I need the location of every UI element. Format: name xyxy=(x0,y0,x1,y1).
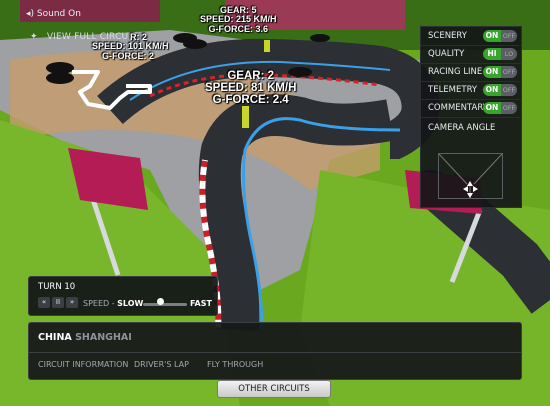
circuit-title: CHINA SHANGHAI xyxy=(38,332,132,343)
camera-angle-row: CAMERA ANGLE xyxy=(421,119,521,137)
setting-label: QUALITY xyxy=(428,49,465,59)
other-circuits-button[interactable]: OTHER CIRCUITS xyxy=(217,380,331,398)
arrow-left-icon: ✦ xyxy=(30,32,38,42)
circuit-info-panel: CHINA SHANGHAI CIRCUIT INFORMATION DRIVE… xyxy=(28,322,522,380)
scenery-toggle[interactable]: ON OFF xyxy=(483,30,517,42)
quality-toggle[interactable]: HI LO xyxy=(483,48,517,60)
setting-label: RACING LINE xyxy=(428,67,483,77)
pause-button[interactable]: II xyxy=(52,297,64,308)
toggle-on: HI xyxy=(483,48,501,60)
toggle-off: OFF xyxy=(501,102,517,114)
callout-speed: SPEED: 81 KM/H xyxy=(205,82,297,95)
city-name: SHANGHAI xyxy=(75,332,132,343)
callout-gforce: G-FORCE: 2.4 xyxy=(212,94,289,107)
divider xyxy=(29,352,521,353)
telemetry-callout-left: R: 2 SPEED: 101 KM/H G-FORCE: 2 xyxy=(92,32,169,61)
telemetry-callout-main: GEAR: 2 SPEED: 81 KM/H G-FORCE: 2.4 xyxy=(205,70,296,106)
telemetry-callout-top: GEAR: 5 SPEED: 215 KM/H G-FORCE: 3.6 xyxy=(200,5,277,34)
setting-scenery: SCENERY ON OFF xyxy=(421,27,521,46)
toggle-on: ON xyxy=(483,30,501,42)
rewind-button[interactable]: « xyxy=(38,297,50,308)
toggle-on: ON xyxy=(483,102,501,114)
telemetry-toggle[interactable]: ON OFF xyxy=(483,84,517,96)
callout-gear: GEAR: 2 xyxy=(227,70,275,82)
speed-value: SLOW xyxy=(117,299,144,308)
forward-button[interactable]: » xyxy=(66,297,78,308)
toggle-on: ON xyxy=(483,84,501,96)
country-name: CHINA xyxy=(38,332,72,343)
toggle-off: OFF xyxy=(501,66,517,78)
setting-label: COMMENTARY xyxy=(428,103,488,113)
tab-drivers-lap[interactable]: DRIVER'S LAP xyxy=(134,360,189,369)
sound-label: Sound On xyxy=(36,9,81,19)
tab-fly-through[interactable]: FLY THROUGH xyxy=(207,360,263,369)
racing-line-toggle[interactable]: ON OFF xyxy=(483,66,517,78)
sound-toggle[interactable]: ◂) Sound On xyxy=(26,9,81,19)
turn-label: TURN 10 xyxy=(38,282,76,292)
setting-label: TELEMETRY xyxy=(428,85,478,95)
fast-label: FAST xyxy=(190,299,212,308)
toggle-off: OFF xyxy=(501,84,517,96)
setting-label: SCENERY xyxy=(428,31,467,41)
camera-angle-control[interactable] xyxy=(438,153,503,199)
setting-quality: QUALITY HI LO xyxy=(421,45,521,64)
turn-player: TURN 10 « II » SPEED - SLOW FAST xyxy=(28,276,218,316)
toggle-off: OFF xyxy=(501,30,517,42)
settings-panel: SCENERY ON OFF QUALITY HI LO RACING LINE… xyxy=(420,26,522,208)
camera-diagram-icon xyxy=(438,153,503,198)
speed-prefix: SPEED - xyxy=(83,299,115,308)
setting-racing-line: RACING LINE ON OFF xyxy=(421,63,521,82)
speed-label: SPEED - SLOW xyxy=(83,299,143,308)
setting-telemetry: TELEMETRY ON OFF xyxy=(421,81,521,100)
setting-commentary: COMMENTARY ON OFF xyxy=(421,99,521,118)
commentary-toggle[interactable]: ON OFF xyxy=(483,102,517,114)
callout-gforce: G-FORCE: 3.6 xyxy=(208,23,269,34)
tab-circuit-information[interactable]: CIRCUIT INFORMATION xyxy=(38,360,128,369)
speaker-icon: ◂) xyxy=(26,9,35,19)
speed-slider-track[interactable] xyxy=(143,303,187,306)
toggle-off: LO xyxy=(501,48,517,60)
camera-angle-label: CAMERA ANGLE xyxy=(428,123,496,133)
callout-gforce: G-FORCE: 2 xyxy=(102,50,155,61)
toggle-on: ON xyxy=(483,66,501,78)
